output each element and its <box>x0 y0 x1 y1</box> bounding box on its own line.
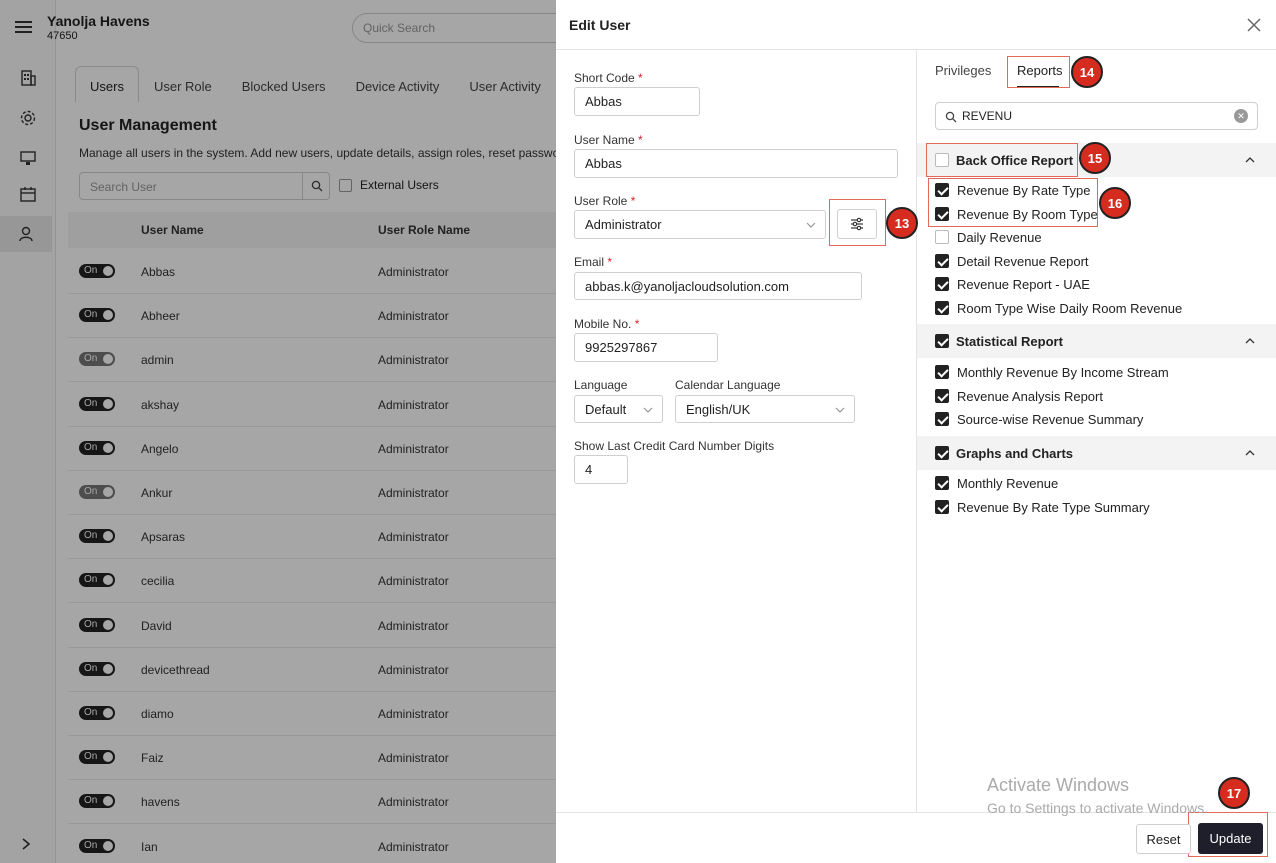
report-checkbox[interactable] <box>935 412 949 426</box>
modal-title: Edit User <box>569 17 631 33</box>
annotation-box-15 <box>926 143 1078 177</box>
card-digits-label: Show Last Credit Card Number Digits <box>574 439 775 453</box>
short-code-label: Short Code * <box>574 71 643 85</box>
report-checkbox[interactable] <box>935 476 949 490</box>
user-role-label: User Role * <box>574 194 636 208</box>
app-root: Yanolja Havens 47650 Quick Search Users … <box>0 0 1276 863</box>
chevron-up-icon[interactable] <box>1244 447 1256 459</box>
chevron-down-icon <box>835 407 845 413</box>
modal-backdrop[interactable] <box>0 0 556 863</box>
annotation-badge: 13 <box>886 207 918 239</box>
calendar-language-label: Calendar Language <box>675 378 781 392</box>
reset-button[interactable]: Reset <box>1136 824 1191 854</box>
group-checkbox[interactable] <box>935 446 949 460</box>
annotation-badge: 14 <box>1071 56 1103 88</box>
close-icon[interactable] <box>1244 15 1264 35</box>
report-label: Revenue Report - UAE <box>957 277 1090 292</box>
user-role-select[interactable]: Administrator <box>574 210 826 239</box>
email-label: Email * <box>574 255 613 269</box>
calendar-language-value: English/UK <box>686 401 751 417</box>
report-checkbox[interactable] <box>935 365 949 379</box>
language-select[interactable]: Default <box>574 395 663 423</box>
group-label: Graphs and Charts <box>956 446 1074 461</box>
report-checkbox[interactable] <box>935 499 949 514</box>
report-label: Monthly Revenue <box>957 476 1059 491</box>
email-field[interactable]: abbas.k@yanoljacloudsolution.com <box>574 272 862 300</box>
annotation-box-13 <box>829 199 886 246</box>
report-label: Room Type Wise Daily Room Revenue <box>957 300 1183 316</box>
user-role-value: Administrator <box>585 217 662 232</box>
windows-watermark-subtitle: Go to Settings to activate Windows. <box>987 800 1208 816</box>
group-label: Statistical Report <box>956 334 1063 349</box>
report-checkbox[interactable] <box>935 253 949 268</box>
report-label: Monthly Revenue By Income Stream <box>957 365 1169 380</box>
user-name-label: User Name * <box>574 133 643 147</box>
annotation-box-16 <box>928 178 1098 227</box>
report-checkbox[interactable] <box>935 388 949 403</box>
calendar-language-select[interactable]: English/UK <box>675 395 855 423</box>
annotation-box-14 <box>1007 56 1070 88</box>
tab-privileges[interactable]: Privileges <box>935 63 991 78</box>
report-label: Source-wise Revenue Summary <box>957 412 1144 427</box>
report-label: Revenue Analysis Report <box>957 388 1103 404</box>
report-label: Revenue By Rate Type Summary <box>957 499 1150 515</box>
card-digits-input[interactable]: 4 <box>574 455 628 484</box>
mobile-label: Mobile No. * <box>574 317 640 331</box>
short-code-input[interactable]: Abbas <box>574 87 700 116</box>
user-name-input[interactable]: Abbas <box>574 149 898 178</box>
group-checkbox[interactable] <box>935 334 949 348</box>
clear-icon[interactable]: ✕ <box>1234 109 1248 123</box>
annotation-badge: 16 <box>1099 187 1131 219</box>
report-checkbox[interactable] <box>935 230 949 244</box>
annotation-badge: 15 <box>1079 142 1111 174</box>
language-label: Language <box>574 378 628 392</box>
windows-watermark-title: Activate Windows <box>987 775 1130 795</box>
search-icon <box>945 110 957 128</box>
report-group[interactable]: Graphs and Charts <box>917 436 1276 470</box>
report-search-value: REVENU <box>962 109 1013 123</box>
chevron-down-icon <box>806 222 816 228</box>
report-checkbox[interactable] <box>935 277 949 291</box>
chevron-up-icon[interactable] <box>1244 335 1256 347</box>
report-checkbox[interactable] <box>935 300 949 315</box>
report-group[interactable]: Statistical Report <box>917 324 1276 358</box>
mobile-field[interactable]: 9925297867 <box>574 333 718 362</box>
chevron-up-icon[interactable] <box>1244 154 1256 166</box>
annotation-badge: 17 <box>1218 777 1250 809</box>
update-button[interactable]: Update <box>1198 823 1263 854</box>
language-value: Default <box>585 401 627 417</box>
chevron-down-icon <box>643 407 653 413</box>
report-label: Daily Revenue <box>957 230 1042 245</box>
report-label: Detail Revenue Report <box>957 253 1089 269</box>
